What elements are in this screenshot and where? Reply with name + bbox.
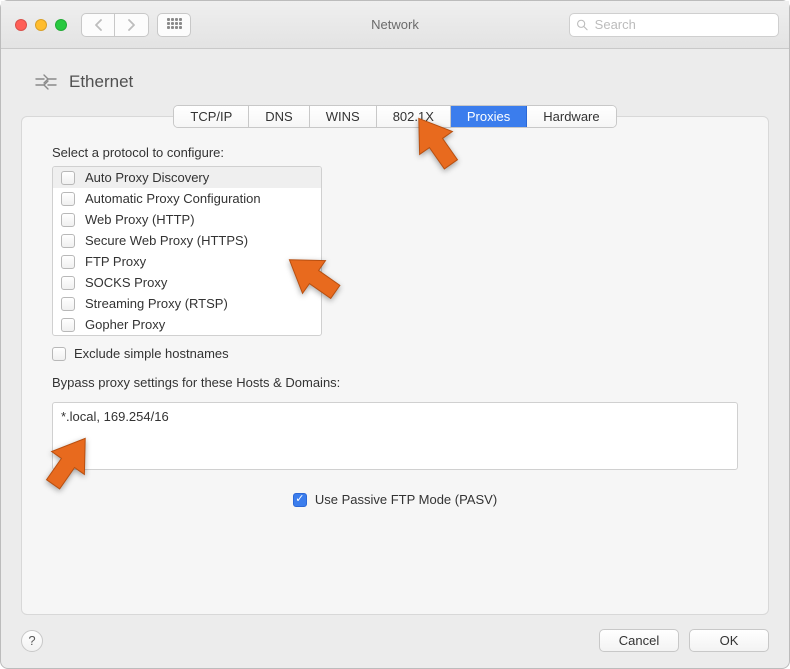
chevron-left-icon [94,19,103,31]
close-icon[interactable] [15,19,27,31]
select-protocol-label: Select a protocol to configure: [52,145,738,160]
traffic-lights [15,19,67,31]
content-area: Ethernet TCP/IP DNS WINS 802.1X Proxies … [1,49,789,668]
search-field-wrap[interactable] [569,13,779,37]
bypass-label: Bypass proxy settings for these Hosts & … [52,375,738,390]
protocol-label: Streaming Proxy (RTSP) [85,296,228,311]
pasv-label: Use Passive FTP Mode (PASV) [315,492,497,507]
tab-proxies[interactable]: Proxies [451,106,527,127]
chevron-right-icon [127,19,136,31]
help-button[interactable]: ? [21,630,43,652]
checkbox[interactable] [52,347,66,361]
grid-icon [167,18,181,32]
minimize-icon[interactable] [35,19,47,31]
proxies-panel: Select a protocol to configure: Auto Pro… [21,116,769,615]
nav-buttons [81,13,149,37]
checkbox[interactable] [61,192,75,206]
bypass-input[interactable] [52,402,738,470]
search-icon [576,18,589,32]
forward-button[interactable] [115,13,149,37]
checkbox[interactable] [61,318,75,332]
checkbox[interactable] [61,276,75,290]
checkbox[interactable] [61,171,75,185]
list-item[interactable]: Streaming Proxy (RTSP) [53,293,321,314]
checkbox[interactable] [61,213,75,227]
protocol-list[interactable]: Auto Proxy Discovery Automatic Proxy Con… [52,166,322,336]
protocol-label: Web Proxy (HTTP) [85,212,195,227]
pasv-row[interactable]: Use Passive FTP Mode (PASV) [52,492,738,507]
list-item[interactable]: Secure Web Proxy (HTTPS) [53,230,321,251]
ethernet-icon [33,69,59,95]
tab-dns[interactable]: DNS [249,106,309,127]
list-item[interactable]: Web Proxy (HTTP) [53,209,321,230]
protocol-label: Gopher Proxy [85,317,165,332]
checkbox[interactable] [61,297,75,311]
list-item[interactable]: FTP Proxy [53,251,321,272]
ok-button[interactable]: OK [689,629,769,652]
zoom-icon[interactable] [55,19,67,31]
protocol-label: Automatic Proxy Configuration [85,191,261,206]
exclude-simple-row[interactable]: Exclude simple hostnames [52,346,738,361]
tabbar: TCP/IP DNS WINS 802.1X Proxies Hardware [173,105,616,128]
list-item[interactable]: SOCKS Proxy [53,272,321,293]
protocol-label: Auto Proxy Discovery [85,170,209,185]
protocol-label: Secure Web Proxy (HTTPS) [85,233,248,248]
back-button[interactable] [81,13,115,37]
protocol-label: SOCKS Proxy [85,275,167,290]
exclude-simple-label: Exclude simple hostnames [74,346,229,361]
network-preferences-window: RISK.com Network [0,0,790,669]
list-item[interactable]: Gopher Proxy [53,314,321,335]
list-item[interactable]: Automatic Proxy Configuration [53,188,321,209]
interface-header: Ethernet [33,69,761,95]
checkbox[interactable] [61,234,75,248]
checkbox[interactable] [61,255,75,269]
tab-hardware[interactable]: Hardware [527,106,615,127]
cancel-button[interactable]: Cancel [599,629,679,652]
footer-row: ? Cancel OK [21,629,769,652]
tab-tcpip[interactable]: TCP/IP [174,106,249,127]
list-item[interactable]: Auto Proxy Discovery [53,167,321,188]
tab-8021x[interactable]: 802.1X [377,106,451,127]
titlebar: Network [1,1,789,49]
search-input[interactable] [595,17,772,32]
tabs-container: TCP/IP DNS WINS 802.1X Proxies Hardware [21,105,769,128]
tab-wins[interactable]: WINS [310,106,377,127]
show-all-button[interactable] [157,13,191,37]
protocol-label: FTP Proxy [85,254,146,269]
checkbox[interactable] [293,493,307,507]
interface-name: Ethernet [69,72,133,92]
